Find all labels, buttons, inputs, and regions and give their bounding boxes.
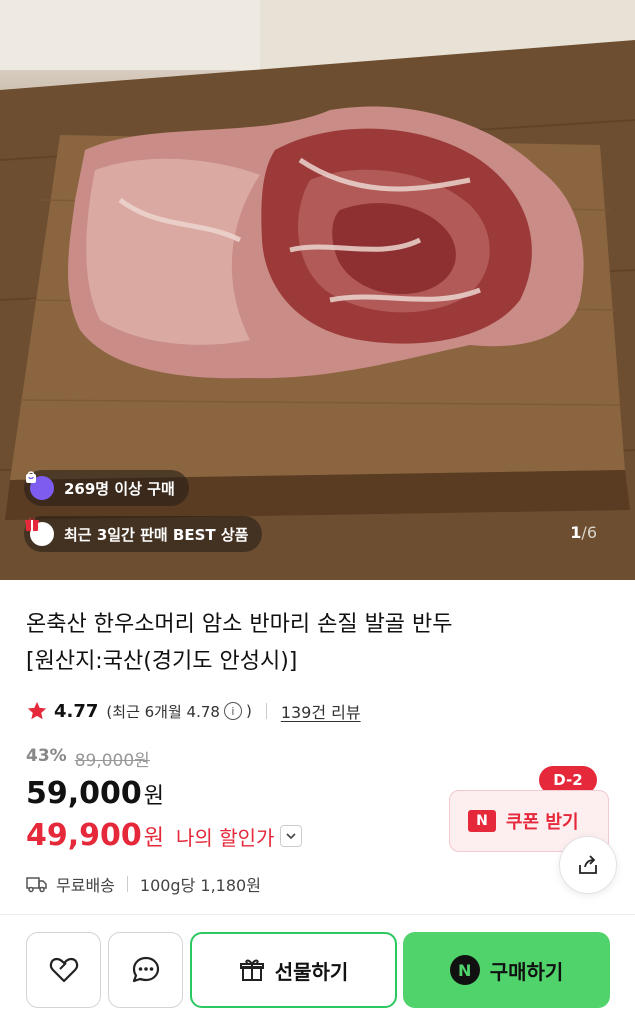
pager-current: 1 (570, 523, 582, 542)
my-price-value: 49,900 (26, 818, 142, 853)
product-title-line1: 온축산 한우소머리 암소 반마리 손질 발골 반두 (26, 612, 453, 637)
buy-button[interactable]: N 구매하기 (403, 932, 610, 1008)
truck-icon (26, 877, 47, 893)
my-price-label: 나의 할인가 (176, 826, 275, 850)
naver-pay-icon: N (449, 955, 480, 985)
share-icon (579, 855, 597, 874)
divider (0, 914, 635, 915)
image-pager: 1/6 (570, 523, 597, 542)
wishlist-button[interactable] (26, 932, 101, 1008)
pager-total: /6 (581, 523, 597, 542)
chevron-down-icon[interactable] (280, 824, 303, 847)
naver-n-icon: N (468, 810, 496, 832)
original-price: 89,000원 (74, 751, 150, 771)
chat-icon (132, 956, 159, 983)
gift-button[interactable]: 선물하기 (190, 932, 397, 1008)
rating-recent: (최근 6개월 4.78 i ) (106, 701, 252, 722)
product-title: 온축산 한우소머리 암소 반마리 손질 발골 반두 [원산지:국산(경기도 안성… (26, 606, 606, 680)
purchase-count-badge: 269명 이상 구매 (24, 470, 189, 506)
discount-rate: 43% (26, 746, 67, 766)
gift-label: 선물하기 (274, 959, 349, 984)
bag-icon (26, 471, 54, 500)
my-discount-price: 49,900 원 나의 할인가 (26, 818, 303, 853)
star-icon (27, 701, 47, 720)
product-title-line2: [원산지:국산(경기도 안성시)] (26, 649, 298, 674)
my-price-unit: 원 (143, 826, 165, 851)
rating-row: 4.77 (최근 6개월 4.78 i ) 139건 리뷰 (26, 698, 361, 724)
gift-icon (25, 517, 54, 546)
shipping-row: 무료배송 100g당 1,180원 (26, 872, 261, 896)
separator (265, 703, 267, 719)
separator (126, 876, 128, 892)
product-image[interactable]: 269명 이상 구매 최근 3일간 판매 BEST 상품 1/6 (0, 0, 635, 580)
discount-row: 43% 89,000원 (26, 746, 150, 771)
buy-label: 구매하기 (489, 959, 564, 984)
best-seller-text: 최근 3일간 판매 BEST 상품 (64, 525, 249, 544)
info-icon[interactable]: i (223, 702, 242, 720)
chat-button[interactable] (108, 932, 183, 1008)
best-seller-badge: 최근 3일간 판매 BEST 상품 (24, 516, 263, 552)
coupon-label: 쿠폰 받기 (506, 812, 579, 833)
sale-price: 59,000 원 (26, 776, 164, 811)
rating-recent-text: (최근 6개월 4.78 (106, 702, 220, 721)
review-link[interactable]: 139건 리뷰 (281, 699, 361, 723)
sale-price-unit: 원 (143, 784, 165, 809)
rating-recent-close: ) (245, 702, 252, 720)
sale-price-value: 59,000 (26, 776, 142, 811)
present-icon (239, 959, 264, 981)
heart-icon (49, 957, 78, 983)
unit-price: 100g당 1,180원 (139, 876, 261, 895)
purchase-count-text: 269명 이상 구매 (64, 479, 175, 498)
share-button[interactable] (559, 836, 617, 894)
rating-score: 4.77 (54, 700, 99, 722)
shipping-text: 무료배송 (56, 876, 115, 895)
